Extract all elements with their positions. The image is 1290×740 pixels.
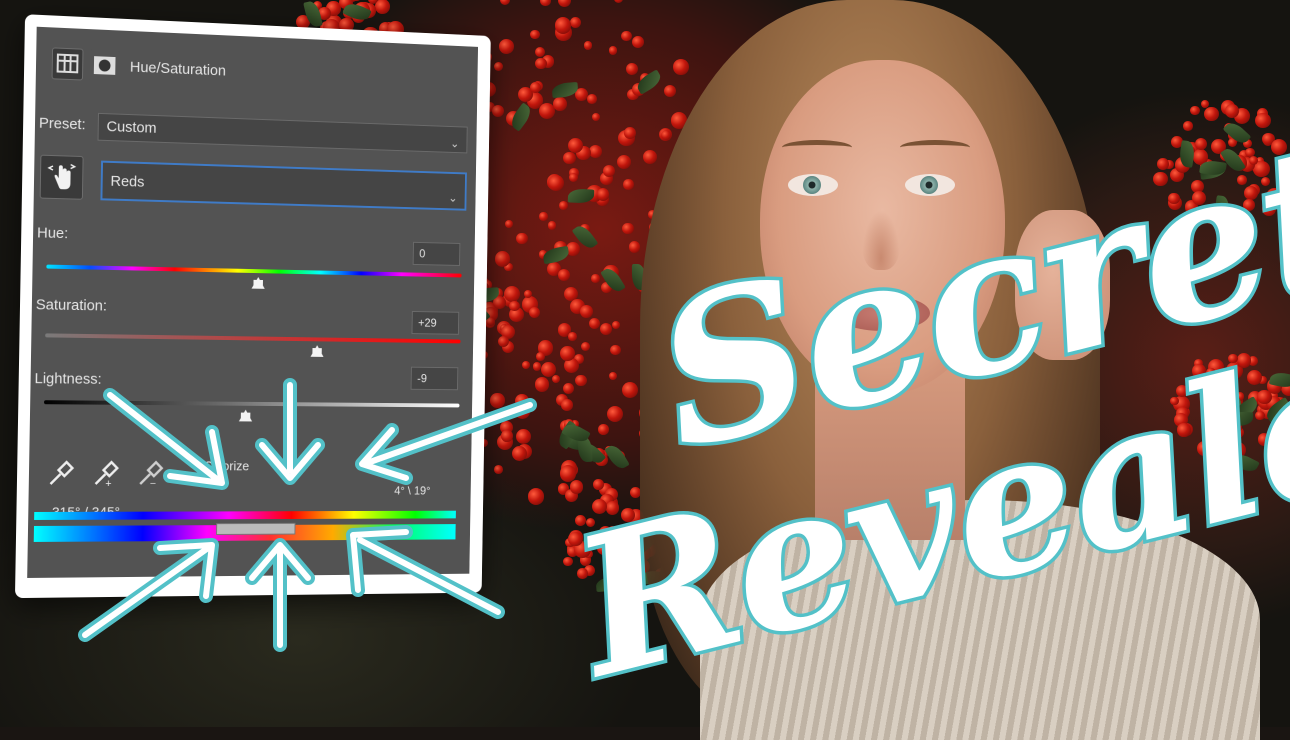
berry <box>621 31 631 41</box>
berry <box>516 429 531 444</box>
berry <box>609 46 617 54</box>
color-range-bar-top <box>34 511 456 520</box>
svg-text:+: + <box>105 478 111 488</box>
berry <box>587 94 597 104</box>
berry <box>548 175 564 191</box>
berry <box>530 82 541 93</box>
berry <box>569 173 578 182</box>
berry <box>603 165 615 177</box>
panel-title: Hue/Saturation <box>130 59 226 80</box>
panel-screenshot-frame: Hue/Saturation Preset: Custom ⌄ Reds ⌄ H… <box>15 14 491 598</box>
berry <box>622 223 633 234</box>
berry <box>494 465 503 474</box>
berry <box>589 318 600 329</box>
berry <box>535 47 545 57</box>
berry <box>548 221 557 230</box>
layer-mask-icon[interactable] <box>89 49 121 82</box>
berry <box>530 30 540 40</box>
hue-value-field[interactable]: 0 <box>413 242 461 266</box>
berry <box>560 465 576 481</box>
berry <box>528 488 545 505</box>
berry <box>536 352 545 361</box>
berry <box>623 179 633 189</box>
lightness-slider-thumb[interactable] <box>239 410 252 422</box>
left-eyebrow <box>782 140 852 155</box>
berry <box>612 321 620 329</box>
berry <box>555 17 571 33</box>
berry <box>607 406 623 422</box>
hue-label: Hue: <box>37 224 68 242</box>
hue-saturation-panel: Hue/Saturation Preset: Custom ⌄ Reds ⌄ H… <box>27 27 478 578</box>
berry <box>584 41 592 49</box>
levels-grid-icon[interactable] <box>52 47 84 80</box>
berry <box>375 0 390 14</box>
berry <box>624 127 636 139</box>
berry <box>529 307 540 318</box>
eyedropper-add-icon[interactable]: + <box>91 458 121 495</box>
berry <box>563 383 574 394</box>
berry <box>535 58 547 70</box>
berry <box>553 97 566 110</box>
lightness-slider-track[interactable] <box>44 400 459 407</box>
hue-slider-thumb[interactable] <box>252 277 265 289</box>
berry <box>598 424 609 435</box>
lightness-value-field[interactable]: -9 <box>411 367 459 391</box>
berry <box>509 301 520 312</box>
berry <box>589 145 602 158</box>
colorize-checkbox-label[interactable]: Colorize <box>204 458 250 473</box>
berry <box>515 403 530 418</box>
berry <box>570 480 583 493</box>
eyedropper-subtract-icon[interactable]: − <box>136 458 166 495</box>
berry <box>490 393 504 407</box>
preset-label: Preset: <box>39 115 86 134</box>
chevron-down-icon: ⌄ <box>448 191 457 205</box>
berry <box>512 446 527 461</box>
berry <box>539 212 547 220</box>
channel-value: Reds <box>110 173 144 191</box>
eyedropper-icon[interactable] <box>46 458 76 495</box>
berry <box>568 332 577 341</box>
chevron-down-icon: ⌄ <box>450 137 459 151</box>
berry <box>561 399 573 411</box>
berry <box>505 220 513 228</box>
preset-select[interactable]: Custom ⌄ <box>98 113 468 154</box>
berry <box>1190 106 1200 116</box>
berry <box>501 430 512 441</box>
saturation-value-field[interactable]: +29 <box>412 311 460 335</box>
berry <box>581 342 590 351</box>
lightness-label: Lightness: <box>34 370 101 388</box>
berry <box>592 113 600 121</box>
berry <box>591 274 600 283</box>
svg-text:−: − <box>150 478 156 488</box>
hand-targeted-adjust-icon[interactable] <box>40 155 84 200</box>
berry <box>560 346 575 361</box>
berry <box>575 375 586 386</box>
berry <box>593 479 604 490</box>
berry <box>504 286 520 302</box>
berry <box>559 201 568 210</box>
saturation-label: Saturation: <box>36 296 107 314</box>
preset-value: Custom <box>106 118 156 137</box>
berry <box>643 150 657 164</box>
berry <box>499 39 514 54</box>
color-range-selector[interactable] <box>216 523 295 535</box>
saturation-slider-thumb[interactable] <box>310 345 323 357</box>
berry <box>1204 107 1219 122</box>
right-eyebrow <box>900 140 970 155</box>
berry <box>597 188 610 201</box>
left-eye <box>788 174 838 196</box>
berry <box>563 152 576 165</box>
berry <box>495 251 510 266</box>
hue-slider-track[interactable] <box>46 265 461 278</box>
berry <box>535 377 550 392</box>
berry <box>570 17 581 28</box>
berry <box>626 63 638 75</box>
saturation-slider-track[interactable] <box>45 333 460 343</box>
channel-select[interactable]: Reds ⌄ <box>100 161 466 211</box>
range-right-degrees: 4° \ 19° <box>394 484 430 497</box>
